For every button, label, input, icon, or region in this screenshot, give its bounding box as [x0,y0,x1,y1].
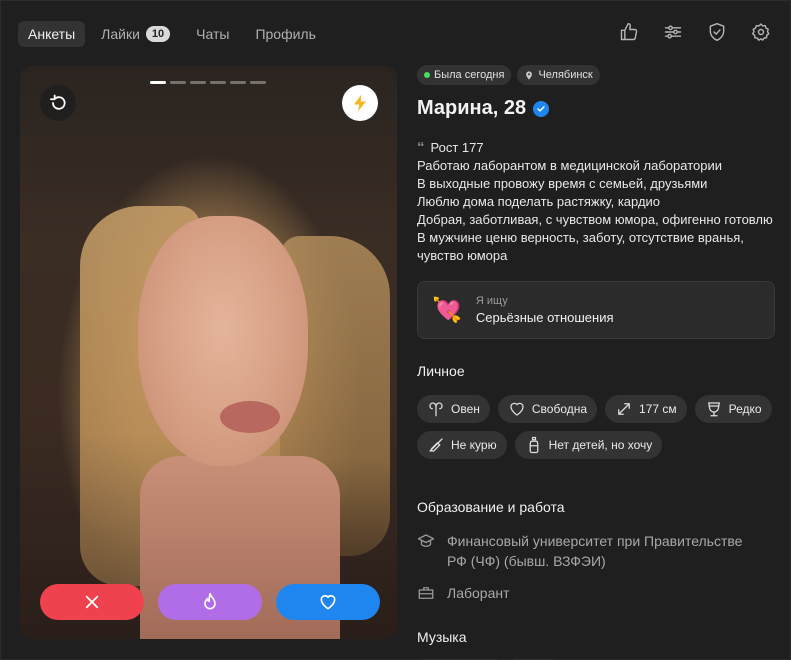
job-row: Лаборант [417,583,777,603]
tag-zodiac: Овен [417,395,490,423]
name-row: Марина, 28 [417,97,777,120]
glass-icon [707,402,720,417]
top-actions [618,21,772,43]
tag-alcohol: Редко [694,395,772,423]
photo-progress-segment[interactable] [150,81,166,84]
bio-line: В мужчине ценю верность, заботу, отсутст… [417,230,744,245]
tag-children-label: Нет детей, но хочу [548,438,653,452]
looking-for-value: Серьёзные отношения [475,310,614,325]
photo-progress-segment[interactable] [170,81,186,84]
tab-likes-label: Лайки [101,26,140,42]
verified-badge-icon [533,100,550,117]
education-section-title: Образование и работа [417,499,565,515]
profile-photo[interactable] [20,66,397,639]
city-chip: Челябинск [517,65,600,85]
graduation-cap-icon [417,534,435,547]
photo-progress-segment[interactable] [250,81,266,84]
looking-for-label: Я ищу [475,295,508,307]
education-text: Финансовый университет при Правительстве… [447,531,742,571]
swipe-actions [40,584,380,620]
online-status-text: Была сегодня [434,69,505,81]
bio-line: Добрая, заботливая, с чувством юмора, оф… [417,212,773,227]
looking-for-card: 💘 Я ищу Серьёзные отношения [417,281,775,339]
tag-relationship: Свободна [497,395,598,423]
tag-height-label: 177 см [639,402,677,416]
bio-line: чувство юмора [417,248,508,263]
tab-chats[interactable]: Чаты [186,21,239,47]
tab-likes[interactable]: Лайки 10 [91,21,180,47]
tag-zodiac-label: Овен [451,402,480,416]
tab-profile[interactable]: Профиль [245,21,325,47]
bio-line: Люблю дома поделать растяжку, кардио [417,194,661,209]
photo-progress-segment[interactable] [210,81,226,84]
photo-progress-segment[interactable] [190,81,206,84]
bio-line: Рост 177 [430,140,484,155]
superlike-button[interactable] [158,584,262,620]
bio-line: Работаю лаборантом в медицинской лаборат… [417,158,723,173]
tag-children: Нет детей, но хочу [514,431,663,459]
undo-button[interactable] [40,85,76,121]
superlike-flame-icon [204,592,216,610]
dislike-icon [85,595,99,609]
music-section-title: Музыка [417,629,467,645]
profile-name: Марина, 28 [417,97,527,119]
likes-count-badge: 10 [145,26,171,42]
thumbs-up-icon[interactable] [618,21,640,43]
tab-profiles-label: Анкеты [28,26,76,42]
tag-relationship-label: Свободна [531,402,588,416]
height-icon [618,403,630,415]
tag-height: 177 см [605,395,687,423]
photo-progress [150,81,266,84]
quote-icon: “ [417,139,425,156]
tab-profiles[interactable]: Анкеты [18,21,86,47]
photo-progress-segment[interactable] [230,81,246,84]
photo-lips [220,401,280,433]
shield-check-icon[interactable] [706,21,728,43]
app-window: Анкеты Лайки 10 Чаты Профиль Была сегодн… [0,0,791,660]
tag-alcohol-label: Редко [728,402,762,416]
undo-icon [50,94,66,110]
bio-line: В выходные провожу время с семьей, друзь… [417,176,708,191]
briefcase-icon [418,587,434,599]
status-chips: Была сегодня Челябинск [417,65,777,85]
online-dot-icon [424,72,430,78]
filters-icon[interactable] [662,21,684,43]
online-status-chip: Была сегодня [417,65,512,85]
city-text: Челябинск [538,69,593,81]
like-heart-icon [320,594,336,610]
baby-bottle-icon [529,436,538,454]
personal-tags: Овен Свободна 177 см Редко Не курю Нет д… [417,395,777,459]
photo-face [138,216,308,466]
education-line: Финансовый университет при Правительстве [447,533,743,549]
tag-smoking: Не курю [417,431,507,459]
aries-icon [429,402,443,417]
heart-arrow-icon: 💘 [432,296,462,324]
job-text: Лаборант [447,585,510,601]
profile-details: Была сегодня Челябинск Марина, 28 “ Рост … [417,65,777,660]
heart-icon [510,402,524,416]
education-row: Финансовый университет при Правительстве… [417,531,777,571]
tab-chats-label: Чаты [196,26,230,42]
location-pin-icon [526,70,533,80]
tag-smoking-label: Не курю [451,438,497,452]
dislike-button[interactable] [40,584,144,620]
education-line: РФ (ЧФ) (бывш. ВЗФЭИ) [447,553,606,569]
lightning-icon [354,94,366,112]
no-smoking-icon [429,438,443,452]
like-button[interactable] [276,584,380,620]
top-nav: Анкеты Лайки 10 Чаты Профиль [18,21,332,47]
tab-profile-label: Профиль [255,26,316,42]
boost-button[interactable] [342,85,378,121]
personal-section-title: Личное [417,363,465,379]
gear-icon[interactable] [750,21,772,43]
bio-text: “ Рост 177 Работаю лаборантом в медицинск… [417,139,777,265]
